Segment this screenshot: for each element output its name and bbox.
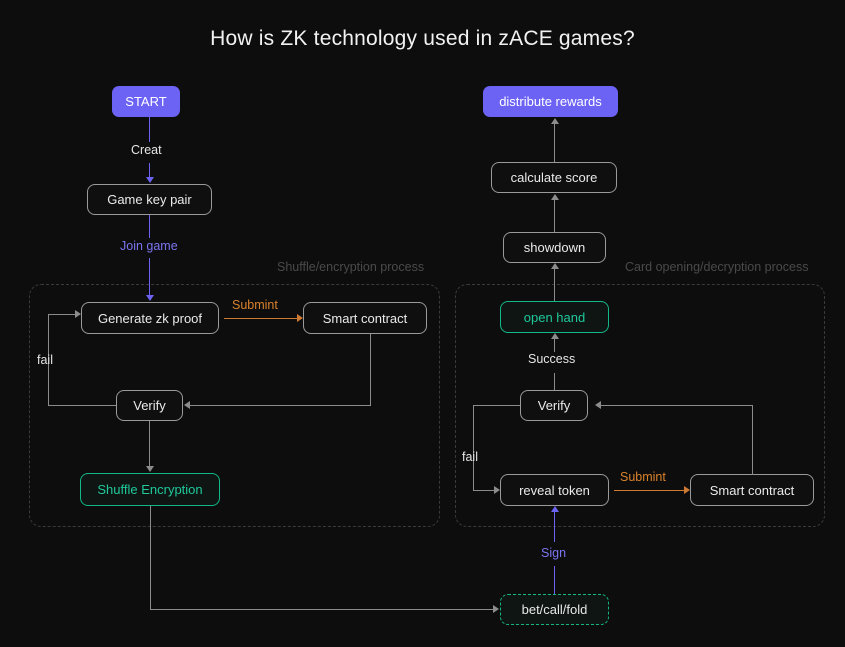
edge-label-sign: Sign bbox=[541, 546, 567, 560]
edge-generate-zk-proof-to-smart-contract bbox=[224, 318, 297, 319]
edge-label-creat: Creat bbox=[131, 143, 162, 157]
node-verify-left[interactable]: Verify bbox=[116, 390, 183, 421]
node-shuffle-encryption[interactable]: Shuffle Encryption bbox=[80, 473, 220, 506]
group-label-card-opening-decryption-process: Card opening/decryption process bbox=[625, 260, 809, 274]
edge-label-fail-left: fail bbox=[37, 353, 53, 367]
node-showdown[interactable]: showdown bbox=[503, 232, 606, 263]
node-open-hand[interactable]: open hand bbox=[500, 301, 609, 333]
node-verify-right[interactable]: Verify bbox=[520, 390, 588, 421]
diagram-canvas: How is ZK technology used in zACE games?… bbox=[0, 0, 845, 647]
edge-start-to-game-key-pair-lower bbox=[149, 163, 150, 177]
arrowhead-to-verify-left bbox=[184, 401, 190, 409]
arrowhead-fail-to-generate-zk-proof bbox=[75, 310, 81, 318]
node-generate-zk-proof[interactable]: Generate zk proof bbox=[81, 302, 219, 334]
edge-verify-right-fail-down bbox=[473, 405, 474, 490]
node-distribute-rewards[interactable]: distribute rewards bbox=[483, 86, 618, 117]
arrowhead-fail-to-reveal-token bbox=[494, 486, 500, 494]
node-smart-contract-left[interactable]: Smart contract bbox=[303, 302, 427, 334]
arrowhead-to-game-key-pair bbox=[146, 177, 154, 183]
edge-game-key-pair-to-generate-zk-proof-lower bbox=[149, 258, 150, 295]
arrowhead-to-verify-right bbox=[595, 401, 601, 409]
edge-shuffle-encryption-down bbox=[150, 506, 151, 610]
arrowhead-to-smart-contract-left bbox=[297, 314, 303, 322]
arrowhead-to-showdown bbox=[551, 263, 559, 269]
arrowhead-to-calculate-score bbox=[551, 194, 559, 200]
edge-verify-right-to-open-hand-upper bbox=[554, 339, 555, 352]
node-smart-contract-right[interactable]: Smart contract bbox=[690, 474, 814, 506]
edge-label-submint-left: Submint bbox=[232, 298, 278, 312]
edge-showdown-to-calculate-score bbox=[554, 200, 555, 232]
arrowhead-to-shuffle-encryption bbox=[146, 466, 154, 472]
edge-open-hand-to-showdown bbox=[554, 269, 555, 301]
edge-label-fail-right: fail bbox=[462, 450, 478, 464]
node-start[interactable]: START bbox=[112, 86, 180, 117]
edge-smart-contract-right-to-verify-horizontal bbox=[601, 405, 752, 406]
arrowhead-to-reveal-token bbox=[551, 506, 559, 512]
edge-verify-left-to-shuffle-encryption bbox=[149, 421, 150, 466]
arrowhead-to-generate-zk-proof bbox=[146, 295, 154, 301]
group-label-shuffle-encryption-process: Shuffle/encryption process bbox=[277, 260, 425, 274]
node-reveal-token[interactable]: reveal token bbox=[500, 474, 609, 506]
edge-label-join-game: Join game bbox=[120, 239, 178, 253]
edge-label-success: Success bbox=[528, 352, 576, 366]
page-title: How is ZK technology used in zACE games? bbox=[210, 27, 635, 50]
edge-verify-left-fail-in bbox=[48, 314, 75, 315]
edge-verify-right-to-open-hand-lower bbox=[554, 373, 555, 390]
edge-start-to-game-key-pair bbox=[149, 117, 150, 142]
arrowhead-to-bet-call-fold bbox=[493, 605, 499, 613]
edge-reveal-token-to-smart-contract bbox=[614, 490, 684, 491]
node-game-key-pair[interactable]: Game key pair bbox=[87, 184, 212, 215]
node-bet-call-fold[interactable]: bet/call/fold bbox=[500, 594, 609, 625]
edge-verify-right-fail-out bbox=[473, 405, 520, 406]
edge-verify-right-fail-in bbox=[473, 490, 494, 491]
edge-game-key-pair-to-generate-zk-proof bbox=[149, 215, 150, 238]
edge-smart-contract-left-to-verify-horizontal bbox=[190, 405, 370, 406]
edge-shuffle-encryption-to-bet-call-fold bbox=[150, 609, 493, 610]
arrowhead-to-smart-contract-right bbox=[684, 486, 690, 494]
edge-smart-contract-right-to-verify-vertical bbox=[752, 405, 753, 475]
edge-bet-call-fold-to-reveal-token-lower bbox=[554, 566, 555, 594]
edge-bet-call-fold-to-reveal-token-upper bbox=[554, 512, 555, 542]
edge-calculate-score-to-distribute-rewards bbox=[554, 124, 555, 162]
arrowhead-to-open-hand bbox=[551, 333, 559, 339]
edge-label-submint-right: Submint bbox=[620, 470, 666, 484]
edge-smart-contract-left-to-verify-vertical bbox=[370, 334, 371, 406]
node-calculate-score[interactable]: calculate score bbox=[491, 162, 617, 193]
edge-verify-left-fail-out bbox=[48, 405, 116, 406]
arrowhead-to-distribute-rewards bbox=[551, 118, 559, 124]
